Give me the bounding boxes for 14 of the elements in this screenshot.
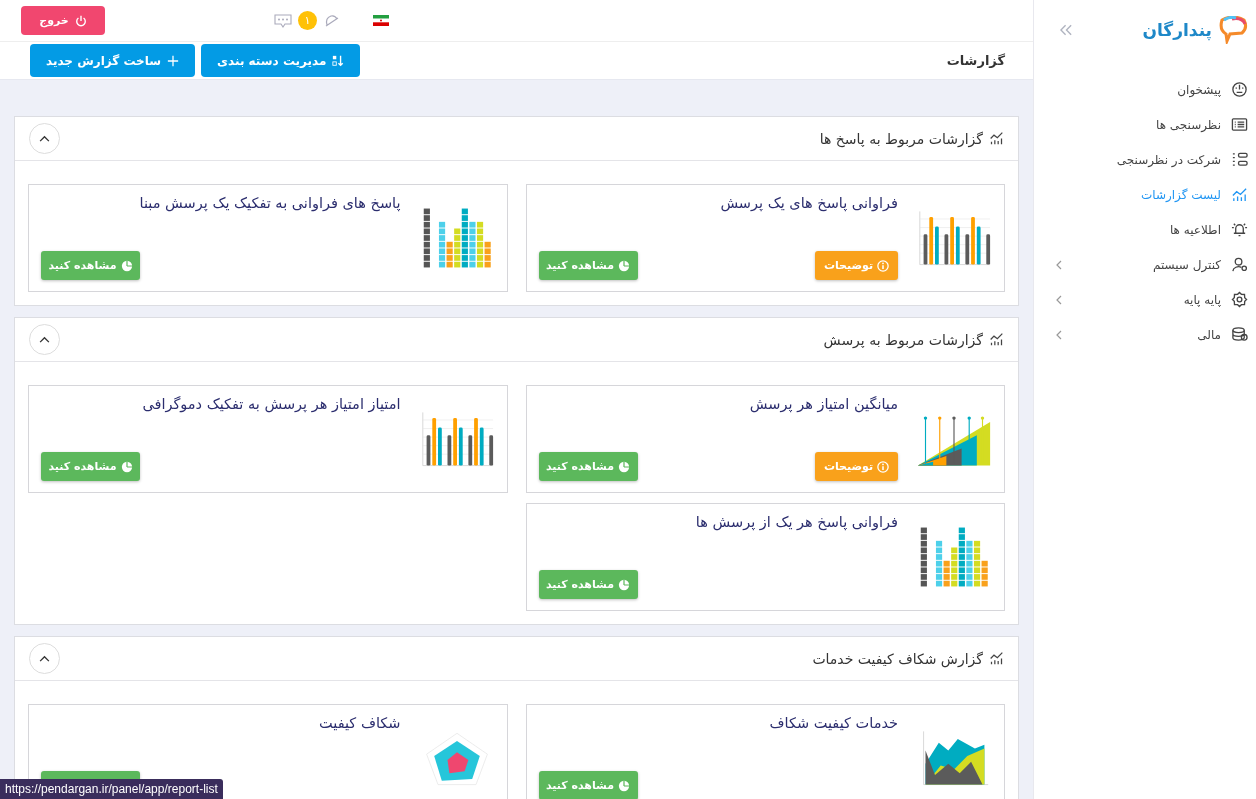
logo-text: پندارگان — [1142, 20, 1212, 40]
section-title: گزارشات مربوط به پرسش — [823, 331, 983, 348]
page-title: گزارشات — [946, 53, 1005, 68]
notification-badge: ۱ — [298, 11, 317, 30]
report-title: فراوانی پاسخ هر یک از پرسش ها — [694, 514, 898, 530]
report-title: خدمات کیفیت شکاف — [768, 715, 898, 731]
report-title: فراوانی پاسخ های یک پرسش — [719, 195, 898, 211]
report-title: میانگین امتیاز هر پرسش — [748, 396, 898, 412]
section-title: گزارش شکاف کیفیت خدمات — [812, 650, 983, 667]
report-title: امتیاز امتیاز هر پرسش به تفکیک دموگرافی — [141, 396, 401, 412]
report-title: شکاف کیفیت — [318, 715, 401, 731]
section-title: گزارشات مربوط به پاسخ ها — [819, 130, 983, 147]
report-title: پاسخ های فراوانی به تفکیک یک پرسش مبنا — [138, 195, 401, 211]
url-tooltip: https://pendargan.ir/panel/app/report-list — [0, 779, 223, 799]
